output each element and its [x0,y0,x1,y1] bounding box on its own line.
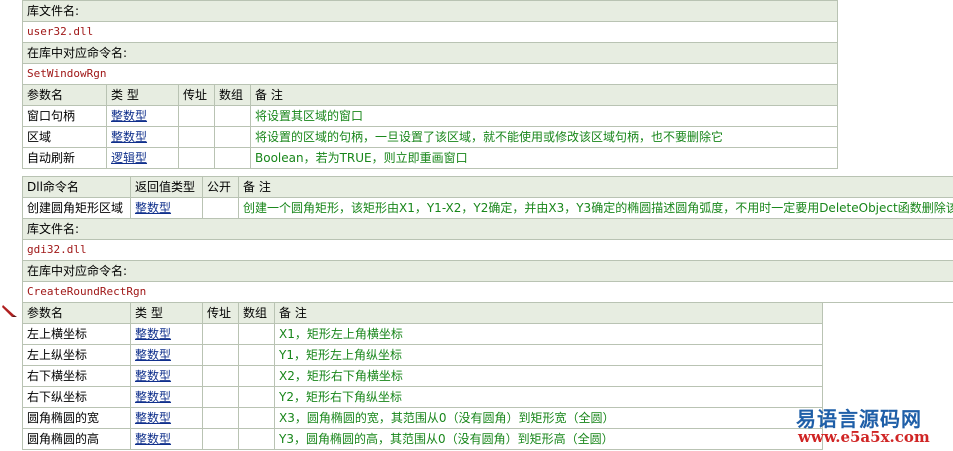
param-note[interactable]: 将设置的区域的句柄，一旦设置了该区域，就不能使用或修改该区域句柄，也不要删除它 [249,126,839,148]
lib-name-label: 库文件名: [21,0,839,22]
col-public: 公开 [202,176,239,198]
param-note[interactable]: 将设置其区域的窗口 [249,105,839,127]
param-row[interactable]: 圆角椭圆的宽 整数型 X3，圆角椭圆的宽，其范围从0（没有圆角）到矩形宽（全圆） [22,407,823,429]
param-type[interactable]: 整数型 [106,126,179,148]
param-note[interactable]: Boolean，若为TRUE，则立即重画窗口 [249,147,839,169]
param-byref[interactable] [178,147,215,169]
param-type[interactable]: 整数型 [130,365,203,387]
dll-table-setwindowrgn: 库文件名: user32.dll 在库中对应命令名: SetWindowRgn … [21,0,839,169]
lib-name-label: 库文件名: [22,218,953,240]
col-type: 类 型 [106,84,179,106]
col-note: 备 注 [274,302,823,324]
param-byref[interactable] [202,344,239,366]
command-public[interactable] [202,197,239,219]
param-name[interactable]: 左上横坐标 [22,323,131,345]
col-dll-command-name: Dll命令名 [22,176,131,198]
param-row[interactable]: 圆角椭圆的高 整数型 Y3，圆角椭圆的高，其范围从0（没有圆角）到矩形高（全圆） [22,428,823,450]
param-note[interactable]: X3，圆角椭圆的宽，其范围从0（没有圆角）到矩形宽（全圆） [274,407,823,429]
param-row[interactable]: 左上纵坐标 整数型 Y1，矩形左上角纵坐标 [22,344,823,366]
param-array[interactable] [238,428,275,450]
param-row[interactable]: 右下横坐标 整数型 X2，矩形右下角横坐标 [22,365,823,387]
col-type: 类 型 [130,302,203,324]
pencil-icon [2,305,17,317]
param-type[interactable]: 整数型 [130,407,203,429]
col-array: 数组 [214,84,251,106]
param-array[interactable] [214,105,251,127]
param-type[interactable]: 整数型 [130,428,203,450]
param-byref[interactable] [202,323,239,345]
lib-command-label: 在库中对应命令名: [22,260,953,282]
param-array[interactable] [238,344,275,366]
col-byref: 传址 [202,302,239,324]
param-table-createroundrectrgn: 参数名 类 型 传址 数组 备 注 左上横坐标 整数型 X1，矩形左上角横坐标 … [22,302,823,450]
param-array[interactable] [238,386,275,408]
col-note: 备 注 [249,84,839,106]
param-row[interactable]: 左上横坐标 整数型 X1，矩形左上角横坐标 [22,323,823,345]
param-array[interactable] [238,407,275,429]
col-array: 数组 [238,302,275,324]
col-return-type: 返回值类型 [130,176,203,198]
param-name[interactable]: 圆角椭圆的高 [22,428,131,450]
param-array[interactable] [214,126,251,148]
param-row[interactable]: 自动刷新 逻辑型 Boolean，若为TRUE，则立即重画窗口 [22,147,839,169]
param-array[interactable] [238,323,275,345]
lib-command-value[interactable]: SetWindowRgn [21,63,839,85]
param-type[interactable]: 整数型 [130,323,203,345]
command-row[interactable]: 创建圆角矩形区域 整数型 创建一个圆角矩形，该矩形由X1，Y1-X2，Y2确定，… [22,197,953,219]
param-byref[interactable] [202,407,239,429]
watermark-url: www.e5a5x.com [798,428,930,446]
lib-command-label: 在库中对应命令名: [21,42,839,64]
param-type[interactable]: 整数型 [130,386,203,408]
param-type[interactable]: 逻辑型 [106,147,179,169]
param-note[interactable]: Y1，矩形左上角纵坐标 [274,344,823,366]
param-name[interactable]: 右下横坐标 [22,365,131,387]
param-name[interactable]: 圆角椭圆的宽 [22,407,131,429]
param-array[interactable] [238,365,275,387]
col-command-note: 备 注 [238,176,953,198]
col-param-name: 参数名 [22,84,107,106]
param-byref[interactable] [202,428,239,450]
param-name[interactable]: 自动刷新 [22,147,107,169]
param-name[interactable]: 左上纵坐标 [22,344,131,366]
param-note[interactable]: Y3，圆角椭圆的高，其范围从0（没有圆角）到矩形高（全圆） [274,428,823,450]
param-byref[interactable] [178,126,215,148]
command-return-type[interactable]: 整数型 [130,197,203,219]
lib-command-value[interactable]: CreateRoundRectRgn [22,281,953,303]
command-note[interactable]: 创建一个圆角矩形，该矩形由X1，Y1-X2，Y2确定，并由X3，Y3确定的椭圆描… [238,197,953,219]
param-type[interactable]: 整数型 [130,344,203,366]
param-name[interactable]: 区域 [22,126,107,148]
param-byref[interactable] [178,105,215,127]
param-row[interactable]: 区域 整数型 将设置的区域的句柄，一旦设置了该区域，就不能使用或修改该区域句柄，… [22,126,839,148]
param-note[interactable]: X2，矩形右下角横坐标 [274,365,823,387]
dll-command-table: Dll命令名 返回值类型 公开 备 注 创建圆角矩形区域 整数型 创建一个圆角矩… [22,176,953,303]
param-note[interactable]: Y2，矩形右下角纵坐标 [274,386,823,408]
param-type[interactable]: 整数型 [106,105,179,127]
param-array[interactable] [214,147,251,169]
param-row[interactable]: 窗口句柄 整数型 将设置其区域的窗口 [22,105,839,127]
col-param-name: 参数名 [22,302,131,324]
param-byref[interactable] [202,386,239,408]
param-byref[interactable] [202,365,239,387]
lib-name-value[interactable]: gdi32.dll [22,239,953,261]
lib-name-value[interactable]: user32.dll [21,21,839,43]
param-name[interactable]: 窗口句柄 [22,105,107,127]
command-name[interactable]: 创建圆角矩形区域 [22,197,131,219]
param-note[interactable]: X1，矩形左上角横坐标 [274,323,823,345]
param-row[interactable]: 右下纵坐标 整数型 Y2，矩形右下角纵坐标 [22,386,823,408]
param-name[interactable]: 右下纵坐标 [22,386,131,408]
col-byref: 传址 [178,84,215,106]
